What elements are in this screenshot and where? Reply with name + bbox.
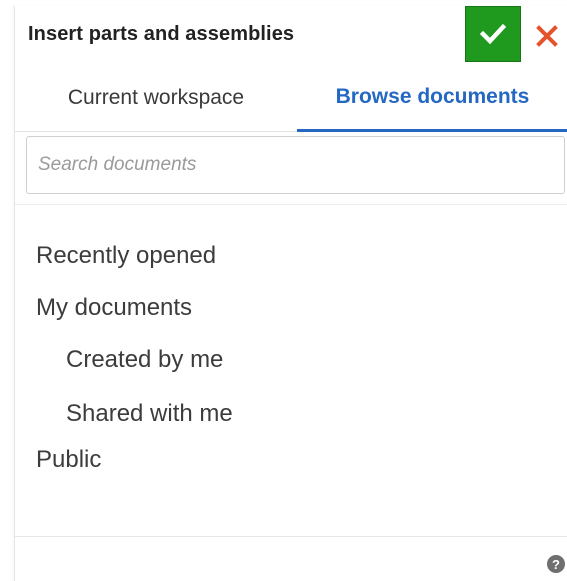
nav-item-public[interactable]: Public bbox=[36, 446, 101, 474]
nav-item-recently-opened[interactable]: Recently opened bbox=[36, 242, 216, 270]
panel-header: Insert parts and assemblies bbox=[15, 6, 567, 64]
panel-title: Insert parts and assemblies bbox=[28, 23, 295, 45]
help-icon[interactable]: ? bbox=[547, 555, 565, 573]
nav-item-created-by-me[interactable]: Created by me bbox=[66, 346, 223, 374]
search-documents-input[interactable] bbox=[27, 137, 564, 193]
tab-browse-documents[interactable]: Browse documents bbox=[297, 64, 567, 132]
tab-current-workspace[interactable]: Current workspace bbox=[15, 64, 297, 132]
cancel-button[interactable] bbox=[531, 20, 563, 52]
footer-divider bbox=[15, 536, 567, 537]
insert-parts-panel: Insert parts and assemblies Current work… bbox=[14, 6, 567, 581]
nav-item-shared-with-me[interactable]: Shared with me bbox=[66, 400, 233, 428]
search-box bbox=[26, 136, 565, 194]
check-icon bbox=[479, 23, 507, 45]
accept-button[interactable] bbox=[465, 6, 521, 62]
tab-bar: Current workspace Browse documents bbox=[15, 64, 567, 132]
section-divider bbox=[15, 204, 567, 205]
nav-item-my-documents[interactable]: My documents bbox=[36, 294, 192, 322]
close-icon bbox=[536, 25, 558, 47]
